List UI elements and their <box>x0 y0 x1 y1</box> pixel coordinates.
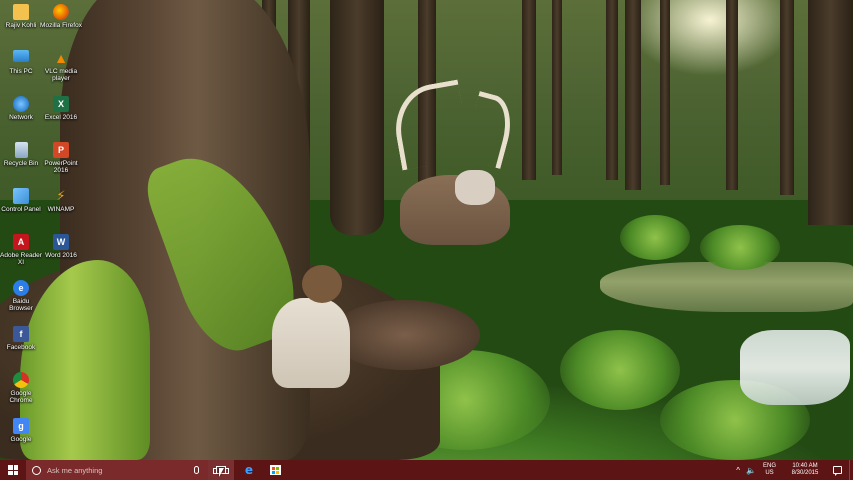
language-region: US <box>765 470 774 476</box>
desktop-icon-google[interactable]: g Google <box>0 418 42 443</box>
action-center-button[interactable] <box>830 460 845 480</box>
desktop-icon-adobe-reader[interactable]: A Adobe Reader XI <box>0 234 42 266</box>
desktop-icon-baidu-browser[interactable]: e Baidu Browser <box>0 280 42 312</box>
computer-icon <box>13 50 29 62</box>
adobe-reader-icon: A <box>13 234 29 250</box>
language-code: ENG <box>762 463 776 469</box>
desktop-icon-label: Google <box>10 436 32 443</box>
mouse-cursor-icon <box>219 468 224 477</box>
desktop-icon-label: This PC <box>9 68 33 75</box>
taskbar: Ask me anything e ^ 🔈 ENG US 10:40 AM 8/… <box>0 460 853 480</box>
facebook-icon: f <box>13 326 29 342</box>
desktop-icon-label: Word 2016 <box>45 252 77 259</box>
baidu-browser-icon: e <box>13 280 29 296</box>
desktop-icon-firefox[interactable]: Mozilla Firefox <box>40 4 82 29</box>
chrome-icon <box>13 372 29 388</box>
word-icon: W <box>53 234 69 250</box>
desktop-icon-winamp[interactable]: ⚡ WINAMP <box>40 188 82 213</box>
system-tray: ^ 🔈 ENG US 10:40 AM 8/30/2015 <box>733 460 853 480</box>
store-button[interactable] <box>262 460 288 480</box>
clock-date: 8/30/2015 <box>791 470 819 476</box>
desktop-icon-control-panel[interactable]: Control Panel <box>0 188 42 213</box>
powerpoint-icon: P <box>53 142 69 158</box>
control-panel-icon <box>13 188 29 204</box>
microphone-icon[interactable] <box>194 466 199 474</box>
desktop-icon-label: Recycle Bin <box>3 160 39 167</box>
desktop-icon-label: Excel 2016 <box>44 114 78 121</box>
volume-icon[interactable]: 🔈 <box>743 460 759 480</box>
desktop-icon-label: VLC media player <box>44 68 78 82</box>
desktop-icon-powerpoint[interactable]: P PowerPoint 2016 <box>40 142 82 174</box>
winamp-icon: ⚡ <box>56 188 66 203</box>
cortana-circle-icon <box>32 465 41 475</box>
excel-icon: X <box>53 96 69 112</box>
desktop-icon-facebook[interactable]: f Facebook <box>0 326 42 351</box>
desktop-icon-area: Rajiv Kohli Mozilla Firefox This PC ▲ VL… <box>0 0 853 460</box>
edge-browser-button[interactable]: e <box>236 460 262 480</box>
desktop-icon-network[interactable]: Network <box>0 96 42 121</box>
clock[interactable]: 10:40 AM 8/30/2015 <box>780 460 830 480</box>
desktop-icon-rajiv-kohli[interactable]: Rajiv Kohli <box>0 4 42 29</box>
desktop-icon-label: WINAMP <box>47 206 75 213</box>
input-language-indicator[interactable]: ENG US <box>759 460 780 480</box>
desktop-icon-excel[interactable]: X Excel 2016 <box>40 96 82 121</box>
desktop-icon-word[interactable]: W Word 2016 <box>40 234 82 259</box>
show-hidden-icons-chevron-icon[interactable]: ^ <box>733 460 743 480</box>
notifications-icon <box>833 466 842 476</box>
vlc-cone-icon: ▲ <box>54 50 68 66</box>
desktop-icon-recycle-bin[interactable]: Recycle Bin <box>0 142 42 167</box>
desktop-icon-label: Mozilla Firefox <box>40 22 82 29</box>
recycle-bin-icon <box>14 142 28 158</box>
desktop-icon-label: Google Chrome <box>9 390 33 404</box>
desktop-icon-google-chrome[interactable]: Google Chrome <box>0 372 42 404</box>
google-icon: g <box>13 418 29 434</box>
clock-time: 10:40 AM <box>792 462 818 469</box>
cortana-search-box[interactable]: Ask me anything <box>26 460 208 480</box>
search-placeholder: Ask me anything <box>47 465 103 475</box>
desktop-icon-this-pc[interactable]: This PC <box>0 50 42 75</box>
firefox-icon <box>53 4 69 20</box>
store-bag-icon <box>269 465 281 475</box>
desktop-icon-label: Control Panel <box>1 206 41 213</box>
desktop-icon-label: Adobe Reader XI <box>0 252 42 266</box>
desktop-icon-label: Baidu Browser <box>9 298 33 312</box>
show-desktop-button[interactable] <box>849 460 853 480</box>
desktop-icon-label: Network <box>9 114 33 121</box>
start-button[interactable] <box>0 460 26 480</box>
desktop-icon-vlc[interactable]: ▲ VLC media player <box>40 50 82 82</box>
desktop-icon-label: Rajiv Kohli <box>5 22 37 29</box>
user-folder-icon <box>13 4 29 20</box>
network-globe-icon <box>13 96 29 112</box>
windows-logo-icon <box>8 465 18 475</box>
edge-icon: e <box>244 463 254 477</box>
desktop-icon-label: Facebook <box>6 344 36 351</box>
desktop-icon-label: PowerPoint 2016 <box>44 160 78 174</box>
